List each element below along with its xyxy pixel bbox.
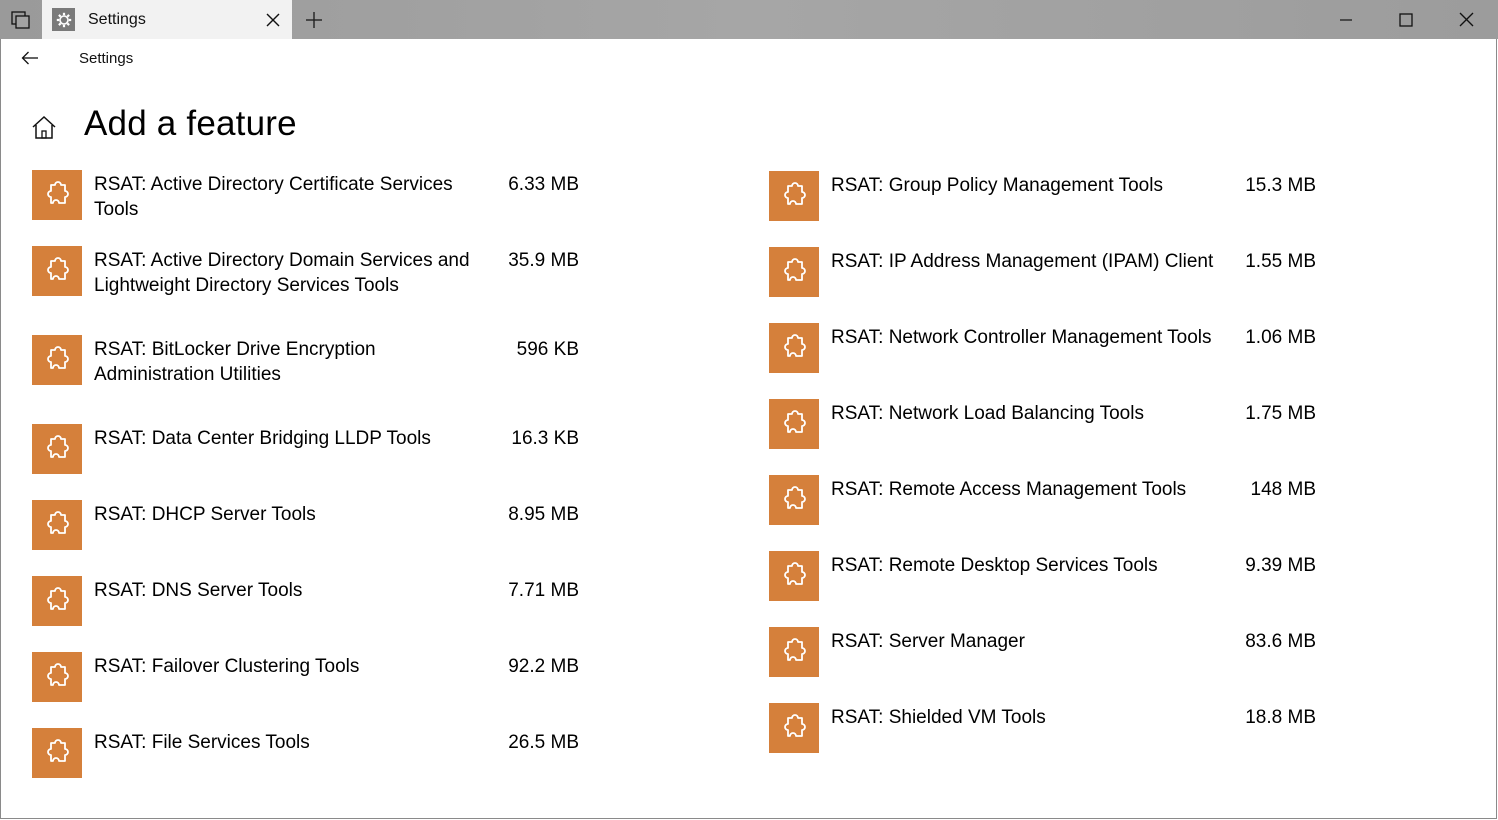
feature-name: RSAT: Data Center Bridging LLDP Tools xyxy=(94,428,431,449)
feature-item[interactable]: RSAT: Shielded VM Tools 18.8 MB xyxy=(769,703,1329,753)
feature-name: RSAT: IP Address Management (IPAM) Clien… xyxy=(831,251,1214,272)
feature-name: RSAT: Shielded VM Tools xyxy=(831,707,1046,728)
puzzle-piece-icon xyxy=(769,627,819,677)
title-bar: Settings xyxy=(0,0,1498,39)
puzzle-piece-icon xyxy=(32,246,82,296)
feature-item[interactable]: RSAT: Network Controller Management Tool… xyxy=(769,323,1329,373)
feature-item[interactable]: RSAT: DHCP Server Tools 8.95 MB xyxy=(32,500,592,550)
maximize-icon[interactable] xyxy=(1390,0,1422,39)
feature-size: 16.3 KB xyxy=(511,428,579,449)
feature-name: RSAT: Group Policy Management Tools xyxy=(831,175,1163,196)
app-title: Settings xyxy=(79,50,134,67)
feature-name: RSAT: BitLocker Drive Encryption Adminis… xyxy=(94,339,376,385)
feature-item[interactable]: RSAT: Data Center Bridging LLDP Tools 16… xyxy=(32,424,592,474)
feature-size: 596 KB xyxy=(516,339,579,360)
tabs-icon[interactable] xyxy=(0,0,42,39)
feature-name: RSAT: Failover Clustering Tools xyxy=(94,656,360,677)
back-arrow-icon[interactable] xyxy=(14,42,46,74)
puzzle-piece-icon xyxy=(769,703,819,753)
puzzle-piece-icon xyxy=(32,500,82,550)
feature-item[interactable]: RSAT: File Services Tools 26.5 MB xyxy=(32,728,592,778)
feature-size: 18.8 MB xyxy=(1245,707,1316,728)
feature-size: 6.33 MB xyxy=(508,174,579,195)
feature-size: 92.2 MB xyxy=(508,656,579,677)
puzzle-piece-icon xyxy=(32,335,82,385)
feature-item[interactable]: RSAT: Network Load Balancing Tools 1.75 … xyxy=(769,399,1329,449)
feature-size: 8.95 MB xyxy=(508,504,579,525)
feature-item[interactable]: RSAT: Server Manager 83.6 MB xyxy=(769,627,1329,677)
window-close-icon[interactable] xyxy=(1450,0,1482,39)
feature-name: RSAT: Remote Access Management Tools xyxy=(831,479,1187,500)
minimize-icon[interactable] xyxy=(1330,0,1362,39)
puzzle-piece-icon xyxy=(769,323,819,373)
feature-size: 1.75 MB xyxy=(1245,403,1316,424)
feature-name: RSAT: Network Load Balancing Tools xyxy=(831,403,1144,424)
feature-item[interactable]: RSAT: Failover Clustering Tools 92.2 MB xyxy=(32,652,592,702)
feature-item[interactable]: RSAT: Group Policy Management Tools 15.3… xyxy=(769,171,1329,221)
feature-size: 1.55 MB xyxy=(1245,251,1316,272)
feature-item[interactable]: RSAT: BitLocker Drive Encryption Adminis… xyxy=(32,335,592,385)
feature-size: 9.39 MB xyxy=(1245,555,1316,576)
feature-size: 26.5 MB xyxy=(508,732,579,753)
gear-icon xyxy=(52,8,75,31)
feature-size: 7.71 MB xyxy=(508,580,579,601)
feature-name: RSAT: DHCP Server Tools xyxy=(94,504,316,525)
tab-settings[interactable]: Settings xyxy=(42,0,292,39)
feature-name: RSAT: Server Manager xyxy=(831,631,1025,652)
puzzle-piece-icon xyxy=(32,424,82,474)
puzzle-piece-icon xyxy=(769,399,819,449)
puzzle-piece-icon xyxy=(32,728,82,778)
puzzle-piece-icon xyxy=(769,247,819,297)
feature-item[interactable]: RSAT: Active Directory Certificate Servi… xyxy=(32,170,592,220)
feature-name: RSAT: DNS Server Tools xyxy=(94,580,303,601)
puzzle-piece-icon xyxy=(769,551,819,601)
feature-item[interactable]: RSAT: IP Address Management (IPAM) Clien… xyxy=(769,247,1329,297)
feature-size: 1.06 MB xyxy=(1245,327,1316,348)
puzzle-piece-icon xyxy=(32,576,82,626)
home-icon[interactable] xyxy=(30,113,58,143)
feature-item[interactable]: RSAT: Remote Access Management Tools 148… xyxy=(769,475,1329,525)
feature-name: RSAT: File Services Tools xyxy=(94,732,310,753)
feature-size: 83.6 MB xyxy=(1245,631,1316,652)
feature-name: RSAT: Network Controller Management Tool… xyxy=(831,327,1212,348)
feature-size: 35.9 MB xyxy=(508,250,579,271)
plus-icon[interactable] xyxy=(298,0,330,39)
feature-name: RSAT: Remote Desktop Services Tools xyxy=(831,555,1158,576)
close-icon[interactable] xyxy=(263,10,282,29)
puzzle-piece-icon xyxy=(32,652,82,702)
puzzle-piece-icon xyxy=(32,170,82,220)
feature-size: 148 MB xyxy=(1250,479,1316,500)
feature-item[interactable]: RSAT: Active Directory Domain Services a… xyxy=(32,246,592,296)
feature-item[interactable]: RSAT: DNS Server Tools 7.71 MB xyxy=(32,576,592,626)
feature-size: 15.3 MB xyxy=(1245,175,1316,196)
puzzle-piece-icon xyxy=(769,475,819,525)
feature-item[interactable]: RSAT: Remote Desktop Services Tools 9.39… xyxy=(769,551,1329,601)
page-title: Add a feature xyxy=(84,104,297,143)
feature-name: RSAT: Active Directory Certificate Servi… xyxy=(94,174,453,220)
puzzle-piece-icon xyxy=(769,171,819,221)
feature-name: RSAT: Active Directory Domain Services a… xyxy=(94,250,470,296)
tab-title: Settings xyxy=(88,11,146,28)
